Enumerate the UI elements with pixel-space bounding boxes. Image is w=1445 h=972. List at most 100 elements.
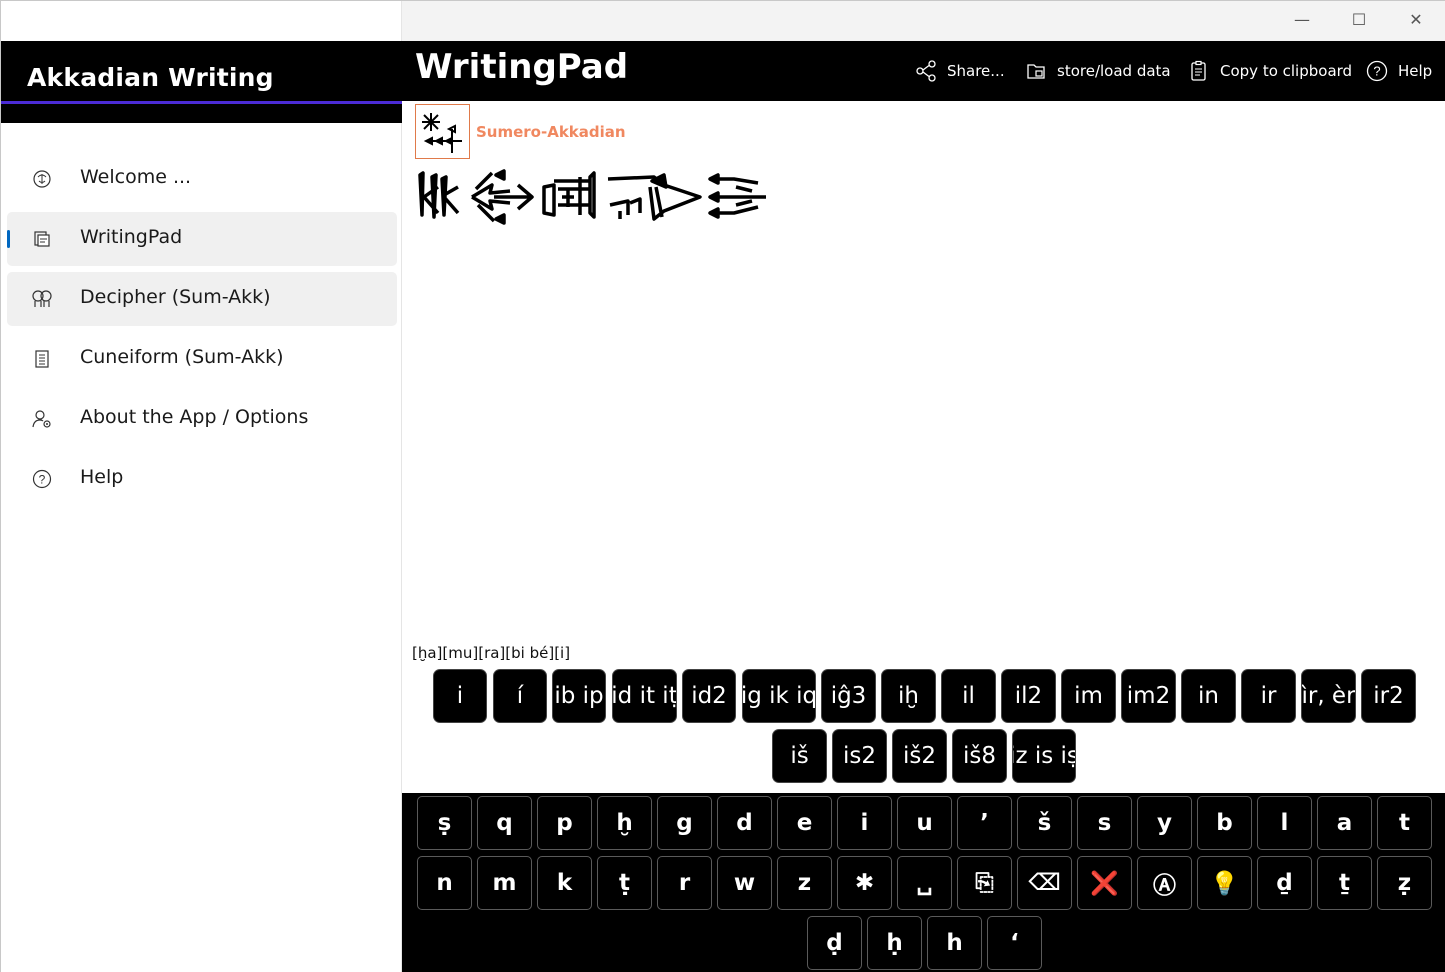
- key[interactable]: l: [1257, 796, 1312, 850]
- cuneiform-star-key[interactable]: ✱: [837, 856, 892, 910]
- sidebar-item-about[interactable]: About the App / Options: [7, 392, 397, 446]
- list-icon: [31, 348, 53, 370]
- page-title: WritingPad: [415, 47, 629, 87]
- key[interactable]: ḏ: [1257, 856, 1312, 910]
- key[interactable]: g: [657, 796, 712, 850]
- key[interactable]: k: [537, 856, 592, 910]
- space-key[interactable]: ␣: [897, 856, 952, 910]
- share-button[interactable]: Share...: [915, 60, 1005, 82]
- sidebar-item-welcome[interactable]: Welcome ...: [7, 152, 397, 206]
- clear-key[interactable]: ❌: [1077, 856, 1132, 910]
- key[interactable]: ḍ: [807, 916, 862, 970]
- key[interactable]: ’: [957, 796, 1012, 850]
- key[interactable]: ḫ: [597, 796, 652, 850]
- mode-key[interactable]: Ⓐ: [1137, 856, 1192, 910]
- sidebar-item-label: Cuneiform (Sum-Akk): [80, 346, 284, 368]
- suggestion-button[interactable]: iš8: [952, 729, 1007, 783]
- minimize-button[interactable]: —: [1287, 7, 1317, 33]
- share-label: Share...: [947, 62, 1005, 80]
- language-label[interactable]: Sumero-Akkadian: [476, 123, 626, 141]
- transliteration-text: [ḫa][mu][ra][bi bé][i]: [412, 644, 571, 662]
- svg-text:?: ?: [39, 473, 46, 487]
- hint-key[interactable]: 💡: [1197, 856, 1252, 910]
- sidebar-item-writingpad[interactable]: WritingPad: [7, 212, 397, 266]
- share-icon: [916, 60, 936, 82]
- suggestion-button[interactable]: i: [433, 669, 487, 723]
- sidebar-header: Akkadian Writing: [1, 41, 402, 123]
- help-icon: ?: [1366, 60, 1388, 82]
- app-title: Akkadian Writing: [27, 63, 274, 92]
- sidebar-item-help[interactable]: ? Help: [7, 452, 397, 506]
- key[interactable]: r: [657, 856, 712, 910]
- svg-text:?: ?: [1373, 64, 1380, 79]
- help-icon: ?: [31, 468, 53, 490]
- key[interactable]: ṯ: [1317, 856, 1372, 910]
- virtual-keyboard: ṣ q p ḫ g d e i u ’ š s y b l a t n m k …: [402, 793, 1445, 972]
- person-gear-icon: [31, 408, 53, 430]
- key[interactable]: ‘: [987, 916, 1042, 970]
- clipboard-icon: [1191, 60, 1206, 81]
- key[interactable]: ṣ: [417, 796, 472, 850]
- key[interactable]: e: [777, 796, 832, 850]
- maximize-button[interactable]: ☐: [1344, 7, 1374, 33]
- command-bar: WritingPad Share... store/load data Copy…: [402, 41, 1445, 101]
- key[interactable]: p: [537, 796, 592, 850]
- key[interactable]: š: [1017, 796, 1072, 850]
- key[interactable]: i: [837, 796, 892, 850]
- suggestion-button[interactable]: ig ik iq: [742, 669, 816, 723]
- backspace-key[interactable]: ⌫: [1017, 856, 1072, 910]
- sidebar-item-label: Help: [80, 466, 124, 488]
- sidebar-item-cuneiform[interactable]: Cuneiform (Sum-Akk): [7, 332, 397, 386]
- suggestion-button[interactable]: iš: [772, 729, 827, 783]
- key[interactable]: d: [717, 796, 772, 850]
- key[interactable]: a: [1317, 796, 1372, 850]
- key[interactable]: ṭ: [597, 856, 652, 910]
- key[interactable]: s: [1077, 796, 1132, 850]
- sidebar-item-label: Decipher (Sum-Akk): [80, 286, 271, 308]
- key[interactable]: n: [417, 856, 472, 910]
- key[interactable]: ḥ: [867, 916, 922, 970]
- suggestion-button[interactable]: ir: [1241, 669, 1296, 723]
- navigation-pane: Akkadian Writing Welcome ... WritingPad …: [1, 1, 402, 972]
- suggestion-button[interactable]: ir2: [1361, 669, 1416, 723]
- key[interactable]: h: [927, 916, 982, 970]
- suggestion-button[interactable]: iḫ: [881, 669, 936, 723]
- suggestion-button[interactable]: in: [1181, 669, 1236, 723]
- writing-area[interactable]: Sumero-Akkadian [ḫa][mu][ra][bi bé][i] i…: [402, 101, 1445, 793]
- key[interactable]: u: [897, 796, 952, 850]
- key[interactable]: m: [477, 856, 532, 910]
- language-logo-icon[interactable]: [415, 104, 470, 159]
- close-button[interactable]: ✕: [1401, 7, 1431, 33]
- key[interactable]: w: [717, 856, 772, 910]
- suggestion-button[interactable]: í: [493, 669, 547, 723]
- key[interactable]: q: [477, 796, 532, 850]
- suggestion-button[interactable]: iz is iṣ: [1012, 729, 1076, 783]
- suggestion-button[interactable]: id it iṭ: [612, 669, 677, 723]
- help-label: Help: [1398, 62, 1433, 80]
- suggestion-button[interactable]: ìr, èr: [1301, 669, 1356, 723]
- suggestion-button[interactable]: im2: [1121, 669, 1176, 723]
- sidebar-item-label: About the App / Options: [80, 406, 309, 428]
- suggestion-button[interactable]: il: [941, 669, 996, 723]
- header-accent-line: [1, 101, 402, 104]
- suggestion-button[interactable]: is2: [832, 729, 887, 783]
- copy-clipboard-button[interactable]: Copy to clipboard: [1188, 60, 1352, 82]
- suggestion-button[interactable]: iĝ3: [821, 669, 876, 723]
- copy-label: Copy to clipboard: [1220, 62, 1353, 80]
- suggestion-button[interactable]: id2: [682, 669, 736, 723]
- key[interactable]: t: [1377, 796, 1432, 850]
- decipher-icon: [31, 288, 53, 310]
- key[interactable]: z: [777, 856, 832, 910]
- suggestion-button[interactable]: im: [1061, 669, 1116, 723]
- suggestion-button[interactable]: iš2: [892, 729, 947, 783]
- suggestion-button[interactable]: ib ip: [552, 669, 606, 723]
- copy-key[interactable]: ⎘: [957, 856, 1012, 910]
- key[interactable]: ẓ: [1377, 856, 1432, 910]
- sidebar-item-decipher[interactable]: Decipher (Sum-Akk): [7, 272, 397, 326]
- store-load-button[interactable]: store/load data: [1025, 60, 1171, 82]
- writing-pad-icon: [31, 228, 53, 250]
- help-button[interactable]: ? Help: [1366, 60, 1432, 82]
- suggestion-button[interactable]: il2: [1001, 669, 1056, 723]
- key[interactable]: b: [1197, 796, 1252, 850]
- key[interactable]: y: [1137, 796, 1192, 850]
